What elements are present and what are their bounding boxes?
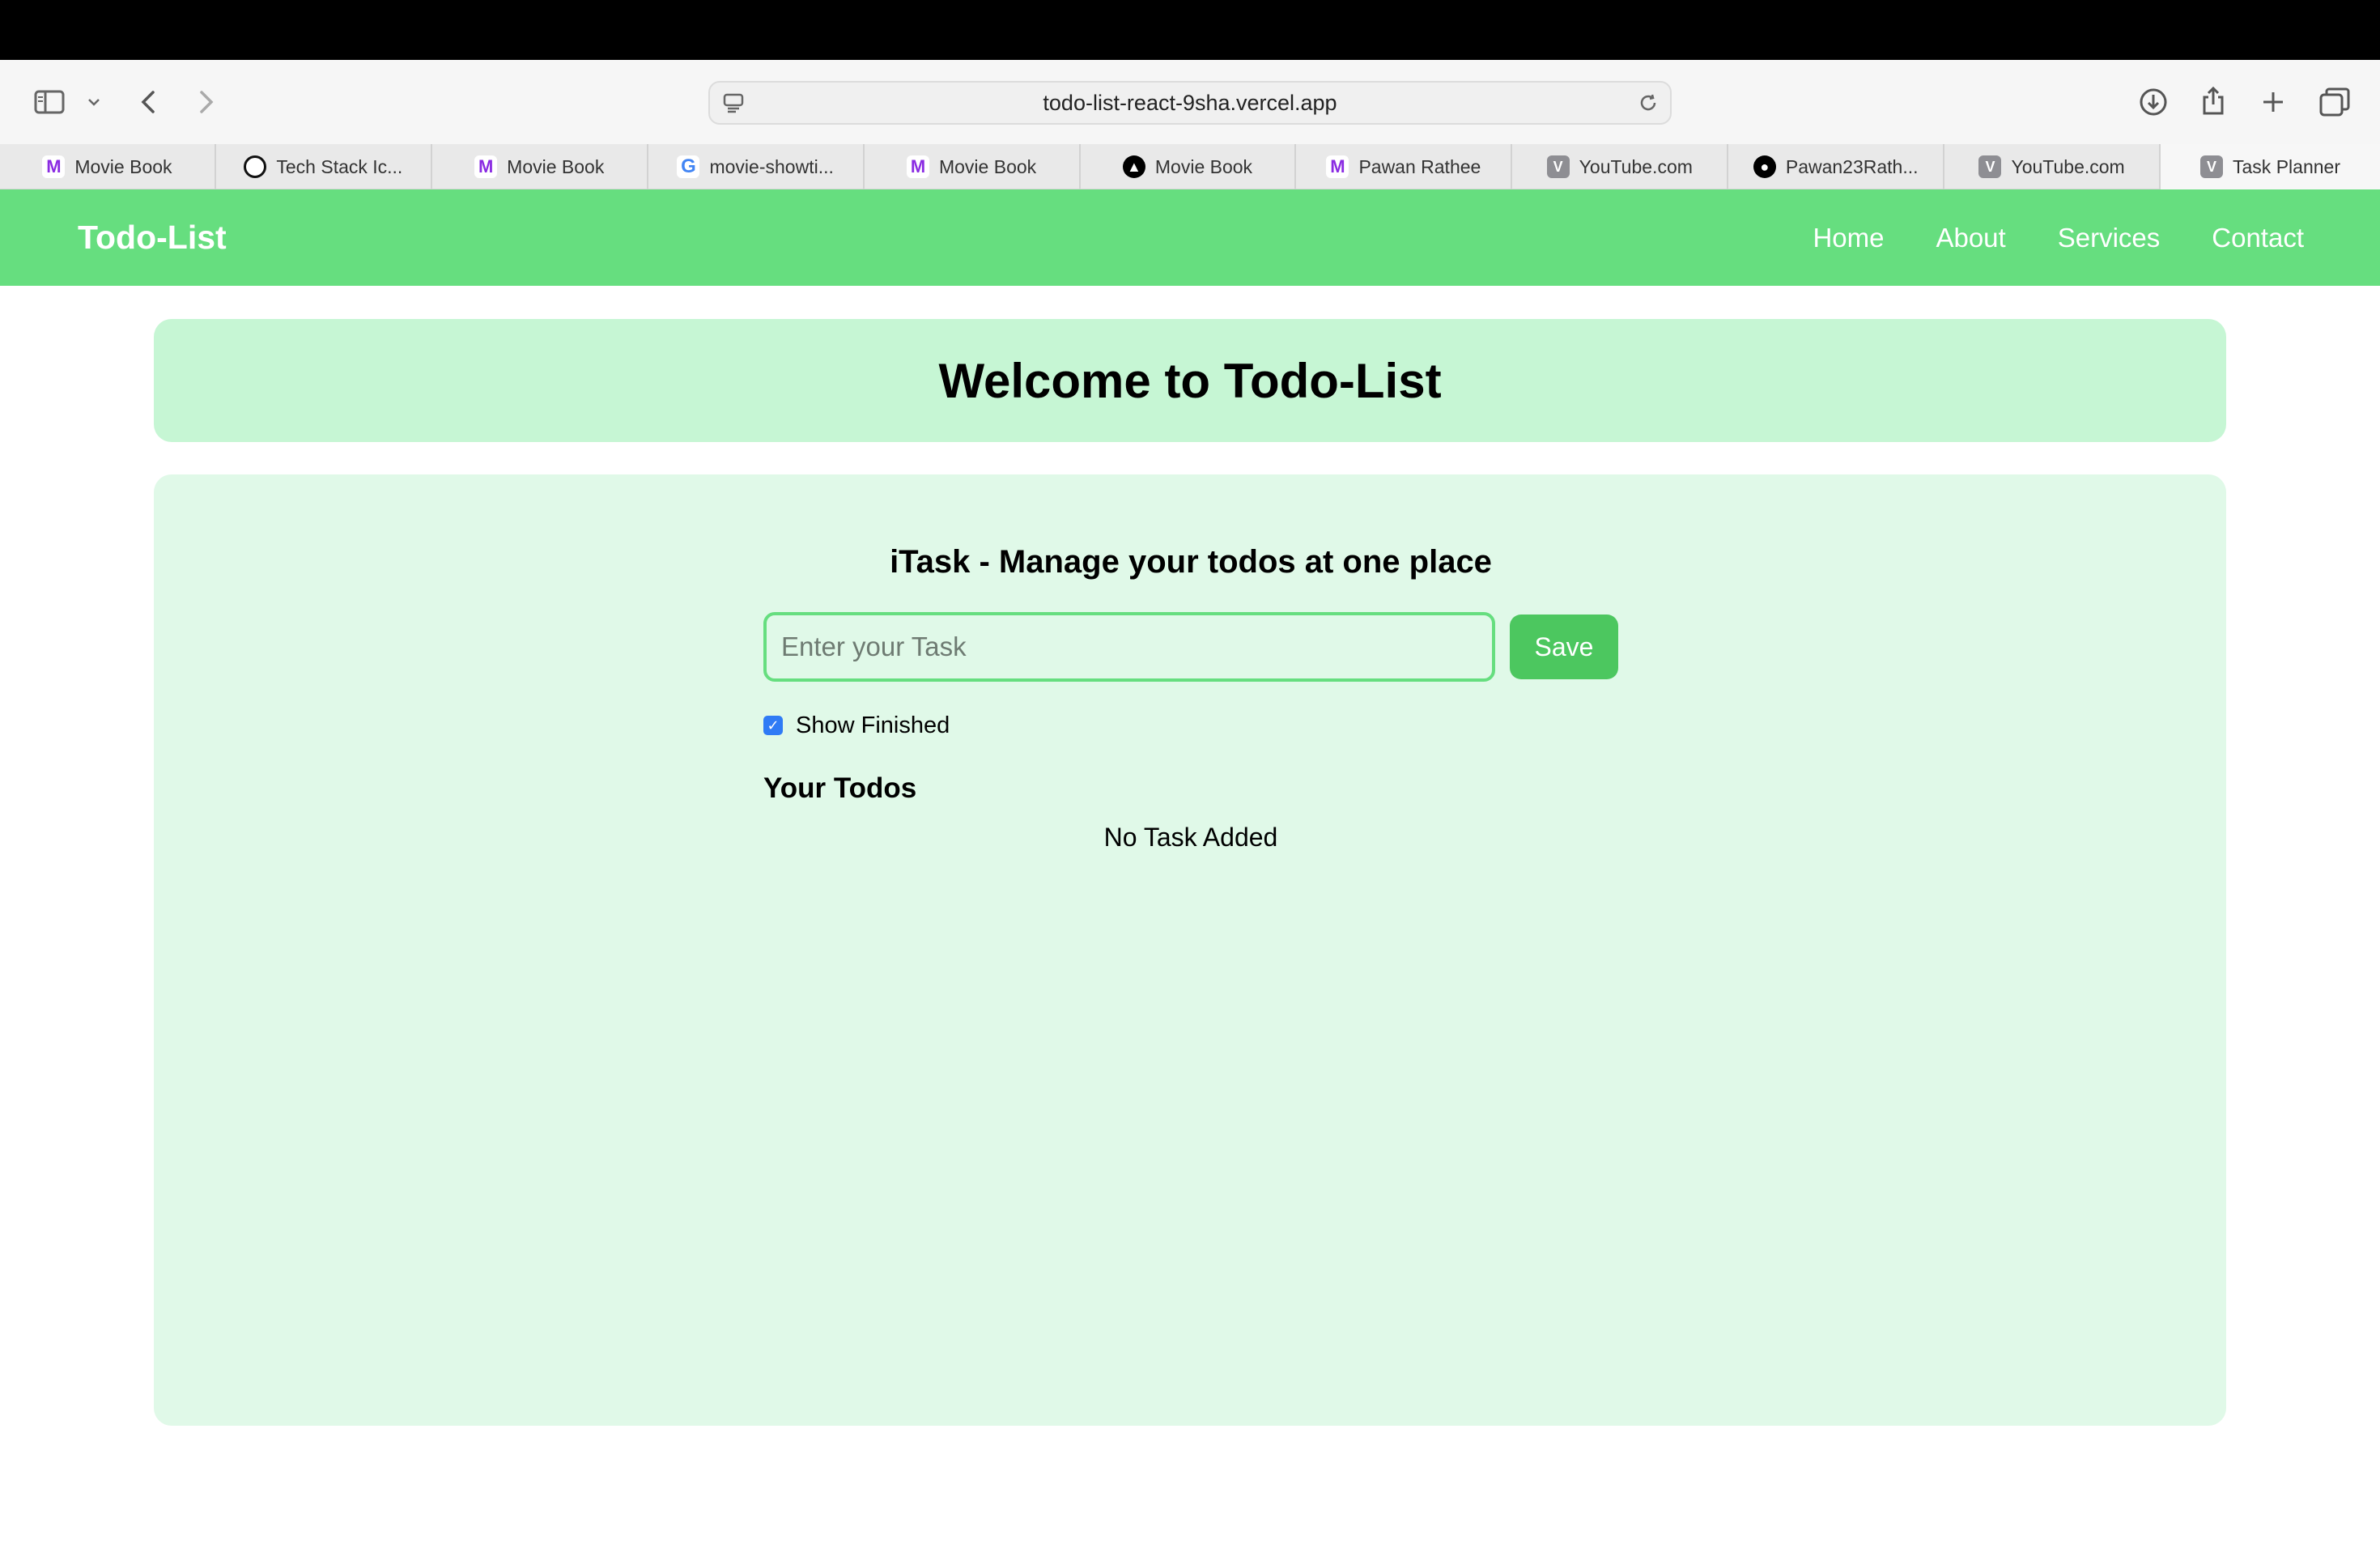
save-button[interactable]: Save	[1510, 615, 1618, 679]
back-icon[interactable]	[136, 86, 160, 118]
sidebar-toggle-icon[interactable]	[31, 84, 68, 120]
chevron-down-icon[interactable]	[84, 91, 104, 113]
browser-toolbar: todo-list-react-9sha.vercel.app	[0, 60, 2380, 144]
tab-tech-stack[interactable]: Tech Stack Ic...	[216, 144, 432, 189]
tab-label: Task Planner	[2233, 155, 2340, 177]
share-icon[interactable]	[2197, 81, 2229, 120]
tab-label: Movie Book	[507, 155, 605, 177]
brand-logo[interactable]: Todo-List	[78, 189, 227, 286]
tab-label: YouTube.com	[2011, 155, 2125, 177]
add-task-form: Save	[763, 612, 1618, 682]
movie-book-favicon-icon: M	[1326, 155, 1349, 178]
tab-label: Pawan23Rath...	[1785, 155, 1919, 177]
nav-link-about[interactable]: About	[1936, 223, 2005, 253]
v-favicon-icon: V	[1546, 155, 1570, 178]
nav-link-services[interactable]: Services	[2058, 223, 2161, 253]
tab-label: YouTube.com	[1579, 155, 1693, 177]
tab-pawan-rathee[interactable]: M Pawan Rathee	[1296, 144, 1513, 189]
show-finished-label[interactable]: Show Finished	[796, 712, 950, 739]
todo-panel-content: iTask - Manage your todos at one place S…	[763, 539, 1618, 853]
todos-heading: Your Todos	[763, 772, 917, 804]
tab-label: Movie Book	[938, 155, 1037, 177]
tab-label: Movie Book	[1154, 155, 1253, 177]
reload-icon[interactable]	[1636, 91, 1660, 115]
todo-panel: iTask - Manage your todos at one place S…	[154, 474, 2226, 1426]
tab-movie-book-2[interactable]: M Movie Book	[432, 144, 648, 189]
show-finished-checkbox[interactable]: ✓	[763, 716, 783, 735]
tab-movie-book-4[interactable]: ▲ Movie Book	[1081, 144, 1297, 189]
tab-label: Pawan Rathee	[1358, 155, 1481, 177]
welcome-title: Welcome to Todo-List	[938, 353, 1442, 408]
site-navbar: Todo-List Home About Services Contact	[0, 189, 2380, 286]
v-favicon-icon: V	[1978, 155, 2002, 178]
tab-youtube-1[interactable]: V YouTube.com	[1512, 144, 1729, 189]
empty-todos-message: No Task Added	[1103, 823, 1278, 852]
tab-label: Tech Stack Ic...	[276, 155, 403, 177]
forward-icon[interactable]	[194, 86, 219, 118]
movie-book-favicon-icon: M	[42, 155, 66, 178]
tab-movie-showtime[interactable]: G movie-showti...	[648, 144, 865, 189]
url-text[interactable]: todo-list-react-9sha.vercel.app	[710, 83, 1670, 123]
github-favicon-icon: ●	[1753, 155, 1776, 178]
tech-stack-favicon-icon	[244, 155, 267, 178]
app-subtitle: iTask - Manage your todos at one place	[890, 544, 1492, 580]
tab-movie-book-1[interactable]: M Movie Book	[0, 144, 216, 189]
new-tab-icon[interactable]	[2257, 86, 2289, 118]
tab-task-planner[interactable]: V Task Planner	[2161, 144, 2380, 189]
tab-movie-book-3[interactable]: M Movie Book	[865, 144, 1081, 189]
nav-link-home[interactable]: Home	[1813, 223, 1884, 253]
tab-github[interactable]: ● Pawan23Rath...	[1728, 144, 1945, 189]
address-bar[interactable]: todo-list-react-9sha.vercel.app	[708, 81, 1672, 125]
triangle-favicon-icon: ▲	[1122, 155, 1145, 178]
tab-strip: M Movie Book Tech Stack Ic... M Movie Bo…	[0, 144, 2380, 189]
nav-links: Home About Services Contact	[1813, 189, 2304, 286]
tab-label: Movie Book	[74, 155, 172, 177]
v-favicon-icon: V	[2200, 155, 2224, 178]
nav-link-contact[interactable]: Contact	[2212, 223, 2304, 253]
task-input[interactable]	[763, 612, 1495, 682]
movie-book-favicon-icon: M	[474, 155, 498, 178]
welcome-banner: Welcome to Todo-List	[154, 319, 2226, 442]
tab-label: movie-showti...	[709, 155, 834, 177]
movie-book-favicon-icon: M	[906, 155, 929, 178]
tab-youtube-2[interactable]: V YouTube.com	[1944, 144, 2161, 189]
menu-bar	[0, 0, 2380, 60]
google-favicon-icon: G	[677, 155, 700, 178]
tab-overview-icon[interactable]	[2317, 84, 2352, 120]
show-finished-row: ✓ Show Finished	[763, 711, 1618, 740]
downloads-icon[interactable]	[2137, 84, 2170, 120]
